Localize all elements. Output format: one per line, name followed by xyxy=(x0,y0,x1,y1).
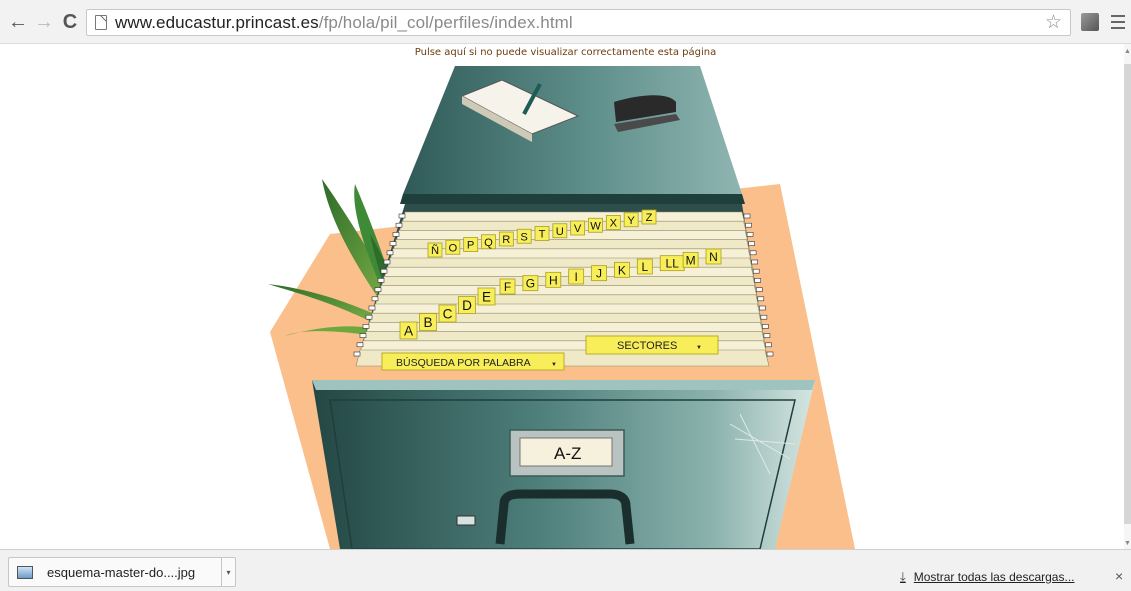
reload-icon[interactable]: C xyxy=(58,10,82,34)
letter-tab-label: N xyxy=(709,250,718,264)
scroll-thumb[interactable] xyxy=(1124,64,1131,524)
letter-tab-label: F xyxy=(504,280,511,294)
letter-tab-label: D xyxy=(462,298,472,313)
folder-hook xyxy=(765,342,772,348)
folder-hook xyxy=(755,287,763,292)
scroll-up-icon[interactable]: ▲ xyxy=(1124,48,1131,55)
letter-tab-label: B xyxy=(423,315,432,330)
back-arrow-icon[interactable]: ← xyxy=(6,10,30,34)
folder-hook xyxy=(374,287,382,292)
address-bar[interactable]: www.educastur.princast.es/fp/hola/pil_co… xyxy=(86,9,1071,36)
folder-hook xyxy=(371,296,379,302)
letter-tab-label: J xyxy=(596,267,602,281)
search-dropdown-icon: ▼ xyxy=(551,362,557,368)
folder-hook xyxy=(743,213,751,219)
download-item[interactable]: esquema-master-do....jpg ▾ xyxy=(8,557,236,587)
folder-hook xyxy=(395,222,403,228)
vertical-scrollbar[interactable]: ▲ ▼ xyxy=(1124,44,1131,549)
hamburger-menu-icon[interactable] xyxy=(1111,15,1125,29)
download-bar: esquema-master-do....jpg ▾ ⤓ Mostrar tod… xyxy=(0,549,1131,591)
letter-tab-label: C xyxy=(443,307,453,322)
sectors-tab[interactable]: SECTORES ▼ xyxy=(585,335,719,355)
folder-hook xyxy=(754,278,762,283)
letter-tab-label: I xyxy=(574,270,577,284)
letter-tab-label: A xyxy=(404,324,414,339)
folder-hook xyxy=(377,278,385,283)
folder-hook xyxy=(752,268,760,274)
search-by-word-tab[interactable]: BÚSQUEDA POR PALABRA ▼ xyxy=(381,352,565,371)
download-options-caret-icon[interactable]: ▾ xyxy=(221,558,235,586)
folder-hook xyxy=(353,351,361,357)
letter-tab-label: K xyxy=(618,263,626,277)
page-content: ÑOPQRSTUVWXYZ F G H I J K L LL M N ABCDE SECTORES… xyxy=(0,44,1124,549)
letter-tab-label: S xyxy=(520,231,527,243)
file-cabinet-illustration: ÑOPQRSTUVWXYZ F G H I J K L LL M N ABCDE SECTORES… xyxy=(268,66,855,549)
letter-tab-label: T xyxy=(539,229,546,241)
folder-hook xyxy=(392,232,400,237)
folder-hook xyxy=(763,333,771,338)
cabinet-top xyxy=(403,66,742,194)
download-file-name[interactable]: esquema-master-do....jpg xyxy=(47,565,195,580)
letter-tab-label: H xyxy=(549,273,558,287)
drawer-lock-icon xyxy=(456,515,476,526)
folder-hook xyxy=(389,241,397,246)
download-arrow-icon: ⤓ xyxy=(900,569,906,584)
show-all-downloads-label: Mostrar todas las descargas... xyxy=(913,570,1075,584)
letter-tab-label: M xyxy=(686,253,696,267)
compatibility-notice-link[interactable]: Pulse aquí si no puede visualizar correc… xyxy=(0,47,1124,58)
search-by-word-label: BÚSQUEDA POR PALABRA xyxy=(396,356,531,369)
folder-hook xyxy=(757,296,765,302)
url-host: www.educastur.princast.es xyxy=(115,12,319,32)
extension-icon[interactable] xyxy=(1081,13,1099,31)
letter-tab-label: Q xyxy=(484,237,493,249)
folder-hook xyxy=(766,351,774,357)
page-icon xyxy=(95,15,107,30)
folder-hook xyxy=(746,232,754,237)
folder-hook xyxy=(383,259,391,265)
folder-hook xyxy=(380,268,388,274)
letter-tab-label: E xyxy=(482,290,491,305)
letter-tab-label: L xyxy=(641,260,648,274)
forward-arrow-icon[interactable]: → xyxy=(32,10,56,34)
folder-hook xyxy=(368,305,376,311)
folder-hook xyxy=(365,314,373,320)
letter-tab-label: G xyxy=(526,277,535,291)
url-text[interactable]: www.educastur.princast.es/fp/hola/pil_co… xyxy=(115,13,573,33)
close-download-bar-icon[interactable]: × xyxy=(1115,568,1123,584)
url-path: /fp/hola/pil_col/perfiles/index.html xyxy=(318,12,573,32)
drawer-label: A-Z xyxy=(554,444,581,463)
browser-toolbar: ← → C www.educastur.princast.es/fp/hola/… xyxy=(0,0,1131,44)
folder-hook xyxy=(362,324,370,329)
letter-tab-label: X xyxy=(610,218,618,230)
letter-tab-label: Ñ xyxy=(431,244,439,257)
letter-tab-label: W xyxy=(590,220,601,232)
folder-hook xyxy=(748,241,755,246)
letter-tab-label: O xyxy=(448,242,457,254)
folder-hook xyxy=(751,259,758,265)
drawer-label-holder: A-Z xyxy=(509,429,625,477)
folder-hook xyxy=(762,324,769,329)
bookmark-star-icon[interactable]: ☆ xyxy=(1045,11,1062,34)
letter-tab-label: V xyxy=(574,223,582,235)
folder-hook xyxy=(359,333,367,338)
show-all-downloads-link[interactable]: ⤓ Mostrar todas las descargas... xyxy=(900,569,1074,585)
folder-hook xyxy=(749,250,757,256)
letter-tab-label: Y xyxy=(627,215,635,227)
folder-hook xyxy=(745,222,752,228)
folder-hook xyxy=(398,213,406,219)
letter-tab-label: Z xyxy=(646,212,653,224)
folder-hook xyxy=(759,305,766,311)
folder-hook xyxy=(356,342,364,348)
scroll-down-icon[interactable]: ▼ xyxy=(1124,540,1131,547)
letter-tab-label: LL xyxy=(666,257,680,271)
folder-hook xyxy=(386,250,394,256)
sectors-dropdown-icon: ▼ xyxy=(696,345,702,351)
sectors-label: SECTORES xyxy=(617,340,677,352)
letter-tab-label: P xyxy=(467,240,474,252)
letter-tab-label: U xyxy=(556,226,564,238)
letter-tab-label: R xyxy=(502,234,510,246)
image-file-icon xyxy=(17,565,33,579)
folder-hook xyxy=(760,314,768,320)
